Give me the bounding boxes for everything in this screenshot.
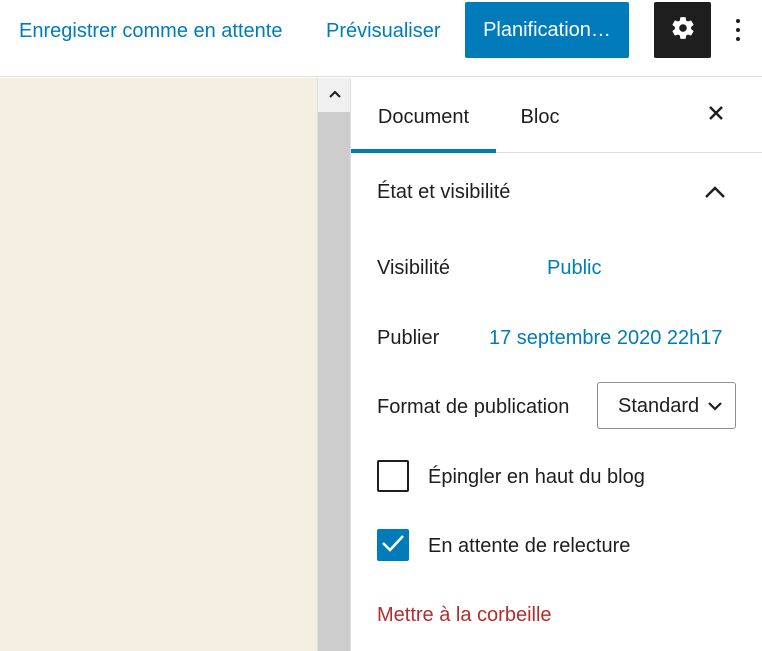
close-icon [708,105,724,126]
visibility-toggle[interactable]: Public [547,254,601,282]
chevron-up-icon [328,86,342,104]
editor-header-toolbar: Enregistrer comme en attente Prévisualis… [0,0,762,77]
settings-button[interactable] [654,2,711,58]
scroll-up-button[interactable] [318,78,351,112]
checkmark-icon [381,533,405,558]
publish-label: Publier [377,327,440,349]
schedule-button[interactable]: Planification… [465,2,629,58]
post-format-label: Format de publication [377,396,570,418]
save-draft-button[interactable]: Enregistrer comme en attente [19,17,282,45]
sidebar-tabs: Document Bloc [351,78,762,153]
more-options-button[interactable] [726,12,750,48]
status-visibility-panel-toggle[interactable]: État et visibilité [351,154,762,230]
settings-sidebar: Document Bloc État et visibilité Visibil… [350,78,762,651]
pending-review-checkbox[interactable] [377,529,409,561]
publish-date-toggle[interactable]: 17 septembre 2020 22h17 [489,324,723,352]
visibility-label: Visibilité [377,257,450,279]
preview-button[interactable]: Prévisualiser [326,17,440,45]
chevron-up-icon [701,178,729,206]
pending-review-label[interactable]: En attente de relecture [428,532,630,560]
move-to-trash-button[interactable]: Mettre à la corbeille [377,601,552,629]
sticky-checkbox[interactable] [377,460,409,492]
sticky-checkbox-label[interactable]: Épingler en haut du blog [428,463,645,491]
editor-scrollbar[interactable] [317,78,351,651]
panel-title: État et visibilité [377,181,511,203]
chevron-down-icon [705,396,725,416]
editor-canvas[interactable] [0,78,317,651]
tab-block[interactable]: Bloc [505,78,575,153]
tab-document[interactable]: Document [351,78,496,153]
close-sidebar-button[interactable] [699,98,733,132]
post-format-value: Standard [618,395,700,417]
gear-icon [670,15,696,46]
post-format-select[interactable]: Standard [597,382,736,429]
scrollbar-thumb[interactable] [318,112,351,651]
